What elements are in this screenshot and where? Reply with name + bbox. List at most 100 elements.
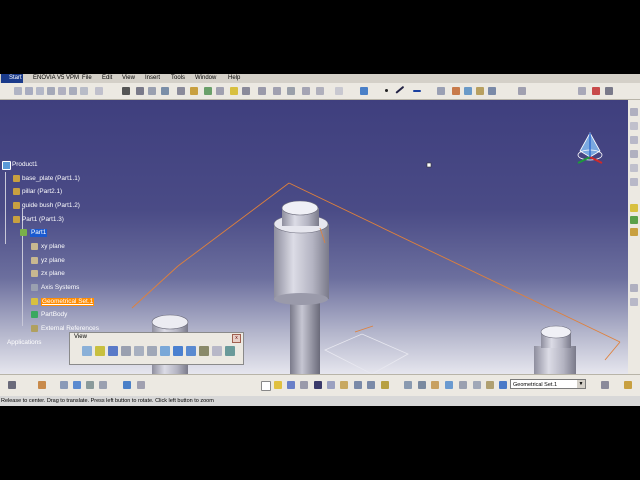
tool-10-icon[interactable] bbox=[136, 87, 144, 95]
tool-13-icon[interactable] bbox=[177, 87, 185, 95]
tree-item-axis-systems[interactable]: Axis Systems bbox=[41, 284, 79, 292]
bottom-tool-26-icon[interactable] bbox=[499, 381, 507, 389]
zoom-in-icon[interactable] bbox=[134, 346, 144, 356]
plane-icon[interactable] bbox=[360, 87, 368, 95]
tool-16-icon[interactable] bbox=[216, 87, 224, 95]
tool-34-icon[interactable] bbox=[518, 87, 526, 95]
tool-1-icon[interactable] bbox=[14, 87, 22, 95]
right-tool-7-icon[interactable] bbox=[630, 204, 638, 212]
right-tool-4-icon[interactable] bbox=[630, 150, 638, 158]
bottom-tool-6-icon[interactable] bbox=[99, 381, 107, 389]
bottom-tool-23-icon[interactable] bbox=[459, 381, 467, 389]
print-icon[interactable] bbox=[300, 381, 308, 389]
swap-space-icon[interactable] bbox=[225, 346, 235, 356]
tool-5-icon[interactable] bbox=[58, 87, 66, 95]
cut-icon[interactable] bbox=[314, 381, 322, 389]
bottom-tool-8-icon[interactable] bbox=[137, 381, 145, 389]
right-tool-6-icon[interactable] bbox=[630, 178, 638, 186]
geometrical-set-icon[interactable] bbox=[31, 298, 38, 305]
bottom-tool-1-icon[interactable] bbox=[8, 381, 16, 389]
tool-37-icon[interactable] bbox=[605, 87, 613, 95]
tree-item-part-body[interactable]: PartBody bbox=[41, 311, 67, 319]
chevron-down-icon[interactable]: ▼ bbox=[577, 380, 585, 388]
tool-22-icon[interactable] bbox=[302, 87, 310, 95]
sketch-icon[interactable] bbox=[122, 87, 130, 95]
tool-3-icon[interactable] bbox=[36, 87, 44, 95]
tool-35-icon[interactable] bbox=[578, 87, 586, 95]
tool-21-icon[interactable] bbox=[287, 87, 295, 95]
tool-29-icon[interactable] bbox=[437, 87, 445, 95]
start-menu[interactable]: Start bbox=[1, 74, 23, 83]
tree-item-zx-plane[interactable]: zx plane bbox=[41, 270, 65, 278]
tool-32-icon[interactable] bbox=[476, 87, 484, 95]
menu-tools[interactable]: Tools bbox=[171, 74, 185, 83]
tool-19-icon[interactable] bbox=[258, 87, 266, 95]
bottom-tool-2-icon[interactable] bbox=[38, 381, 46, 389]
tree-item-guide-bush[interactable]: guide bush (Part1.2) bbox=[22, 202, 80, 210]
bottom-tool-3-icon[interactable] bbox=[60, 381, 68, 389]
tool-15-icon[interactable] bbox=[204, 87, 212, 95]
right-tool-9-icon[interactable] bbox=[630, 228, 638, 236]
tool-14-icon[interactable] bbox=[190, 87, 198, 95]
iso-view-icon[interactable] bbox=[173, 346, 183, 356]
bottom-tool-21-icon[interactable] bbox=[431, 381, 439, 389]
tool-30-icon[interactable] bbox=[452, 87, 460, 95]
point-icon[interactable] bbox=[385, 89, 388, 92]
bottom-tool-18-icon[interactable] bbox=[381, 381, 389, 389]
menu-enovia[interactable]: ENOVIA V5 VPM bbox=[33, 74, 79, 83]
tree-item-yz-plane[interactable]: yz plane bbox=[41, 257, 65, 265]
tree-item-geometrical-set[interactable]: Geometrical Set.1 bbox=[41, 298, 95, 306]
part-body-icon[interactable] bbox=[31, 311, 38, 318]
hide-show-icon[interactable] bbox=[212, 346, 222, 356]
view-toolbar[interactable]: View x bbox=[69, 332, 244, 365]
part-icon[interactable] bbox=[13, 175, 20, 182]
bottom-tool-28-icon[interactable] bbox=[624, 381, 632, 389]
menu-insert[interactable]: Insert bbox=[145, 74, 160, 83]
tool-7-icon[interactable] bbox=[80, 87, 88, 95]
menu-view[interactable]: View bbox=[122, 74, 135, 83]
tool-4-icon[interactable] bbox=[47, 87, 55, 95]
right-tool-8-icon[interactable] bbox=[630, 216, 638, 224]
axis-icon[interactable] bbox=[413, 90, 421, 92]
part-icon[interactable] bbox=[13, 202, 20, 209]
bottom-tool-24-icon[interactable] bbox=[473, 381, 481, 389]
menu-window[interactable]: Window bbox=[195, 74, 216, 83]
right-tool-1-icon[interactable] bbox=[630, 108, 638, 116]
tool-11-icon[interactable] bbox=[148, 87, 156, 95]
right-tool-5-icon[interactable] bbox=[630, 164, 638, 172]
part-icon[interactable] bbox=[13, 216, 20, 223]
line-icon[interactable] bbox=[395, 85, 405, 94]
close-icon[interactable]: x bbox=[232, 334, 241, 343]
tree-item-applications[interactable]: Applications bbox=[7, 339, 41, 347]
fit-all-icon[interactable] bbox=[95, 346, 105, 356]
tree-item-part1[interactable]: Part1 (Part1.3) bbox=[22, 216, 64, 224]
tree-item-base-plate[interactable]: base_plate (Part1.1) bbox=[22, 175, 80, 183]
menu-file[interactable]: File bbox=[82, 74, 92, 83]
right-tool-10-icon[interactable] bbox=[630, 284, 638, 292]
tool-36-icon[interactable] bbox=[592, 87, 600, 95]
tool-6-icon[interactable] bbox=[69, 87, 77, 95]
bottom-tool-5-icon[interactable] bbox=[86, 381, 94, 389]
product-icon[interactable] bbox=[2, 161, 11, 170]
tool-2-icon[interactable] bbox=[25, 87, 33, 95]
new-file-icon[interactable] bbox=[261, 381, 271, 391]
paste-icon[interactable] bbox=[340, 381, 348, 389]
tree-item-pillar[interactable]: pillar (Part2.1) bbox=[22, 188, 62, 196]
bottom-tool-4-icon[interactable] bbox=[73, 381, 81, 389]
rotate-icon[interactable] bbox=[121, 346, 131, 356]
bottom-tool-20-icon[interactable] bbox=[418, 381, 426, 389]
copy-icon[interactable] bbox=[327, 381, 335, 389]
plane-icon[interactable] bbox=[31, 270, 38, 277]
multi-view-icon[interactable] bbox=[186, 346, 196, 356]
tree-root-label[interactable]: Product1 bbox=[12, 161, 38, 169]
bottom-tool-7-icon[interactable] bbox=[123, 381, 131, 389]
open-folder-icon[interactable] bbox=[274, 381, 282, 389]
tool-23-icon[interactable] bbox=[316, 87, 324, 95]
menu-edit[interactable]: Edit bbox=[102, 74, 112, 83]
tool-20-icon[interactable] bbox=[273, 87, 281, 95]
bottom-tool-19-icon[interactable] bbox=[404, 381, 412, 389]
tool-24-icon[interactable] bbox=[335, 87, 343, 95]
shading-icon[interactable] bbox=[199, 346, 209, 356]
undo-icon[interactable] bbox=[354, 381, 362, 389]
menu-help[interactable]: Help bbox=[228, 74, 240, 83]
